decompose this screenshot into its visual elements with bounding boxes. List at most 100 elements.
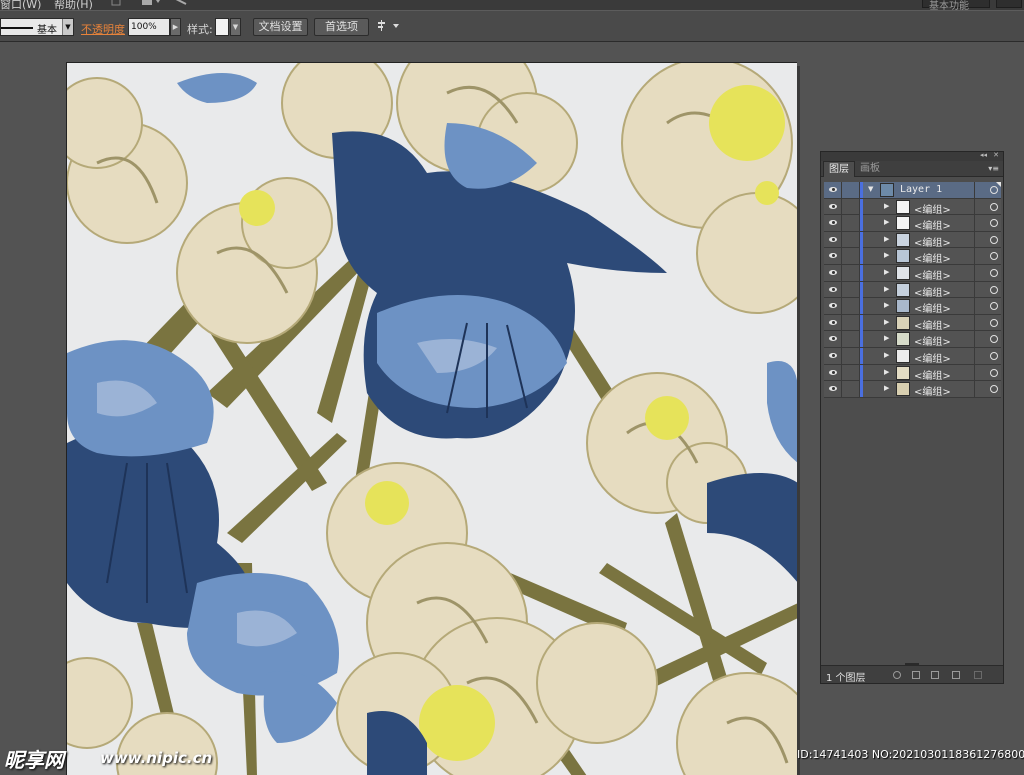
target-circle-icon[interactable] (990, 202, 998, 211)
arrange-docs-icon[interactable] (142, 0, 160, 8)
locate-object-icon[interactable] (893, 671, 901, 679)
disclosure-triangle-icon[interactable]: ▶ (884, 268, 889, 276)
disclosure-triangle-icon[interactable]: ▶ (884, 384, 889, 392)
sublayer-row[interactable]: ▶ <编组> (824, 231, 1001, 249)
workspace-switcher[interactable]: 基本功能 (922, 0, 990, 10)
document-setup-button[interactable]: 文档设置 (253, 18, 308, 36)
target-circle-icon[interactable] (990, 351, 998, 360)
eye-icon[interactable] (824, 298, 842, 315)
sublayer-row[interactable]: ▶ <编组> (824, 281, 1001, 299)
new-sublayer-icon[interactable] (931, 671, 939, 679)
group-name[interactable]: <编组> (914, 300, 951, 315)
menu-window[interactable]: 窗口(W) (0, 0, 41, 10)
lock-toggle[interactable] (842, 281, 860, 298)
group-name[interactable]: <编组> (914, 250, 951, 265)
artboard[interactable] (66, 62, 797, 775)
graphic-style-swatch[interactable] (215, 18, 229, 36)
disclosure-triangle-icon[interactable]: ▶ (884, 251, 889, 259)
eye-icon[interactable] (824, 231, 842, 248)
target-circle-icon[interactable] (990, 186, 998, 194)
target-circle-icon[interactable] (990, 268, 998, 277)
collapse-panel-icon[interactable]: ◂◂ (980, 151, 987, 159)
target-circle-icon[interactable] (990, 385, 998, 394)
eye-icon[interactable] (824, 331, 842, 348)
delete-layer-icon[interactable] (974, 671, 982, 679)
group-name[interactable]: <编组> (914, 201, 951, 216)
eye-icon[interactable] (824, 215, 842, 232)
group-name[interactable]: <编组> (914, 317, 951, 332)
lock-toggle[interactable] (842, 347, 860, 364)
lock-toggle[interactable] (842, 248, 860, 265)
disclosure-triangle-icon[interactable]: ▶ (884, 235, 889, 243)
panel-titlebar[interactable]: ◂◂ ✕ (821, 151, 1003, 161)
opacity-input[interactable]: 100% (128, 18, 170, 36)
lock-toggle[interactable] (842, 331, 860, 348)
lock-toggle[interactable] (842, 264, 860, 281)
search-field[interactable] (996, 0, 1022, 8)
group-name[interactable]: <编组> (914, 383, 951, 398)
bridge-icon[interactable] (110, 0, 126, 8)
eye-icon[interactable] (824, 347, 842, 364)
lock-toggle[interactable] (842, 298, 860, 315)
group-name[interactable]: <编组> (914, 234, 951, 249)
disclosure-triangle-icon[interactable]: ▶ (884, 334, 889, 342)
target-circle-icon[interactable] (990, 318, 998, 327)
menu-help[interactable]: 帮助(H) (54, 0, 93, 10)
eye-icon[interactable] (824, 248, 842, 265)
group-name[interactable]: <编组> (914, 284, 951, 299)
target-circle-icon[interactable] (990, 302, 998, 311)
disclosure-triangle-icon[interactable]: ▶ (884, 202, 889, 210)
target-circle-icon[interactable] (990, 285, 998, 294)
eye-icon[interactable] (824, 314, 842, 331)
layer-name[interactable]: Layer 1 (900, 184, 942, 195)
group-name[interactable]: <编组> (914, 217, 951, 232)
tab-artboards[interactable]: 画板 (855, 161, 885, 177)
new-layer-icon[interactable] (952, 671, 960, 679)
eye-icon[interactable] (824, 364, 842, 381)
layer-row-layer1[interactable]: ▼ Layer 1 (824, 182, 1001, 199)
target-circle-icon[interactable] (990, 368, 998, 377)
chevron-right-icon[interactable]: ▶ (170, 18, 181, 36)
eye-icon[interactable] (824, 381, 842, 398)
target-circle-icon[interactable] (990, 335, 998, 344)
group-name[interactable]: <编组> (914, 267, 951, 282)
lock-toggle[interactable] (842, 364, 860, 381)
disclosure-triangle-icon[interactable]: ▶ (884, 318, 889, 326)
target-circle-icon[interactable] (990, 252, 998, 261)
sublayer-row[interactable]: ▶ <编组> (824, 331, 1001, 348)
disclosure-triangle-icon[interactable]: ▼ (868, 185, 873, 193)
resize-grip[interactable] (905, 663, 919, 666)
group-name[interactable]: <编组> (914, 367, 951, 382)
sublayer-row[interactable]: ▶ <编组> (824, 298, 1001, 315)
disclosure-triangle-icon[interactable]: ▶ (884, 368, 889, 376)
group-name[interactable]: <编组> (914, 333, 951, 348)
preferences-button[interactable]: 首选项 (314, 18, 369, 36)
sublayer-row[interactable]: ▶ <编组> (824, 215, 1001, 232)
sublayer-row[interactable]: ▶ <编组> (824, 381, 1001, 398)
lock-toggle[interactable] (842, 182, 860, 198)
gpu-icon[interactable] (172, 0, 188, 8)
lock-toggle[interactable] (842, 381, 860, 398)
stroke-profile-dropdown[interactable]: 基本 ▼ (0, 18, 74, 36)
eye-icon[interactable] (824, 182, 842, 198)
panel-menu-icon[interactable]: ▾≡ (988, 164, 999, 173)
sublayer-row[interactable]: ▶ <编组> (824, 264, 1001, 282)
lock-toggle[interactable] (842, 198, 860, 215)
lock-toggle[interactable] (842, 215, 860, 232)
eye-icon[interactable] (824, 264, 842, 281)
sublayer-row[interactable]: ▶ <编组> (824, 198, 1001, 216)
disclosure-triangle-icon[interactable]: ▶ (884, 285, 889, 293)
target-circle-icon[interactable] (990, 219, 998, 228)
chevron-down-icon[interactable]: ▼ (230, 18, 241, 36)
sublayer-row[interactable]: ▶ <编组> (824, 314, 1001, 332)
disclosure-triangle-icon[interactable]: ▶ (884, 218, 889, 226)
sublayer-row[interactable]: ▶ <编组> (824, 347, 1001, 365)
lock-toggle[interactable] (842, 314, 860, 331)
eye-icon[interactable] (824, 198, 842, 215)
opacity-label[interactable]: 不透明度 (81, 21, 125, 37)
sublayer-row[interactable]: ▶ <编组> (824, 248, 1001, 265)
target-circle-icon[interactable] (990, 235, 998, 244)
disclosure-triangle-icon[interactable]: ▶ (884, 301, 889, 309)
tab-layers[interactable]: 图层 (823, 161, 855, 177)
eye-icon[interactable] (824, 281, 842, 298)
